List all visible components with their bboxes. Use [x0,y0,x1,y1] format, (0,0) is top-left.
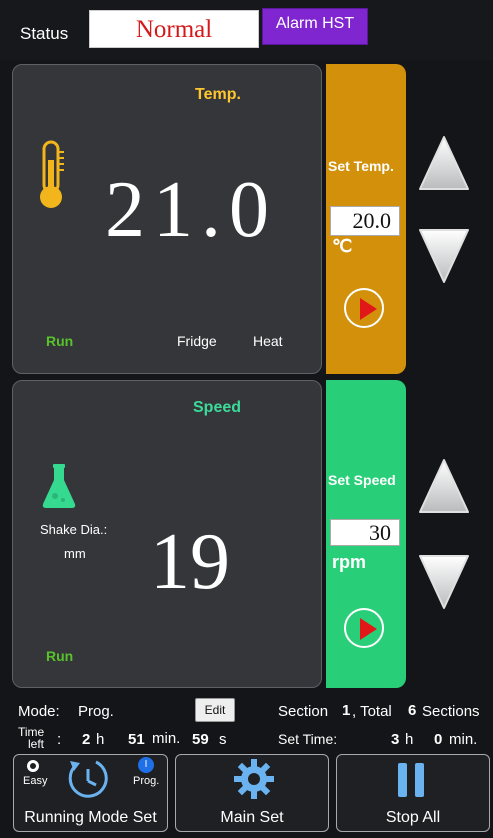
flask-icon [41,462,77,510]
speed-title: Speed [193,399,242,416]
time-left-hours: 2 [82,731,91,748]
speed-decrease-button[interactable] [418,554,470,615]
time-left-hours-unit: h [96,731,105,748]
temperature-current-value: 21.0 [105,166,277,254]
play-icon [360,298,377,320]
easy-label: Easy [23,775,48,787]
speed-unit: rpm [332,552,367,572]
speed-start-button[interactable] [344,608,384,648]
temperature-decrease-button[interactable] [418,228,470,289]
set-time-hours-unit: h [405,731,414,748]
gear-icon [232,757,276,806]
up-arrow-icon [419,459,469,513]
temperature-unit: ℃ [332,236,353,256]
fridge-label: Fridge [177,333,217,349]
time-left-seconds-unit: s [219,731,227,748]
main-set-button[interactable]: Main Set [175,754,329,832]
set-time-minutes-unit: min. [449,731,478,748]
speed-run-status: Run [46,648,74,664]
alarm-hst-button[interactable]: Alarm HST [262,8,368,45]
section-label: Section [278,703,329,720]
shake-diameter-label: Shake Dia.: [40,522,108,537]
time-left-minutes-unit: min. [152,730,181,747]
time-left-minutes: 51 [128,731,145,748]
pause-icon [398,763,426,797]
time-left-label-line2: left [28,737,45,751]
status-label: Status [20,24,69,43]
temperature-increase-button[interactable] [418,135,470,196]
time-left-colon: : [57,731,62,748]
prog-radio-icon: I [138,757,154,773]
temperature-start-button[interactable] [344,288,384,328]
up-arrow-icon [419,136,469,190]
total-value: 6 [408,702,417,719]
set-time-minutes: 0 [434,731,443,748]
total-label: , Total [352,703,392,720]
status-value-box: Normal [89,10,259,48]
clock-icon [66,757,110,806]
main-set-label: Main Set [220,809,284,826]
stop-all-label: Stop All [385,809,441,826]
heat-label: Heat [253,333,283,349]
speed-current-value: 19 [150,518,230,606]
down-arrow-icon [419,229,469,283]
set-time-label: Set Time: [278,731,338,747]
down-arrow-icon [419,555,469,609]
set-temperature-title: Set Temp. [328,158,394,174]
temperature-title: Temp. [195,86,241,103]
set-speed-input[interactable]: 30 [330,519,400,546]
set-time-hours: 3 [391,731,400,748]
easy-radio-icon [27,760,39,772]
prog-label: Prog. [133,775,160,787]
running-mode-set-label: Running Mode Set [24,809,157,826]
play-icon [360,618,377,640]
time-left-seconds: 59 [192,731,209,748]
temperature-run-status: Run [46,333,74,349]
stop-all-button[interactable]: Stop All [336,754,490,832]
thermometer-icon [34,140,68,212]
sections-label: Sections [422,703,480,720]
edit-button[interactable]: Edit [195,698,235,722]
mode-label: Mode: [18,703,60,720]
speed-increase-button[interactable] [418,458,470,519]
set-speed-title: Set Speed [328,472,396,488]
running-mode-set-button[interactable]: Easy I Prog. Running Mode Set [13,754,168,832]
shake-diameter-unit: mm [64,546,86,561]
mode-value: Prog. [78,703,114,720]
set-temperature-input[interactable]: 20.0 [330,206,400,236]
section-value: 1 [342,702,351,719]
